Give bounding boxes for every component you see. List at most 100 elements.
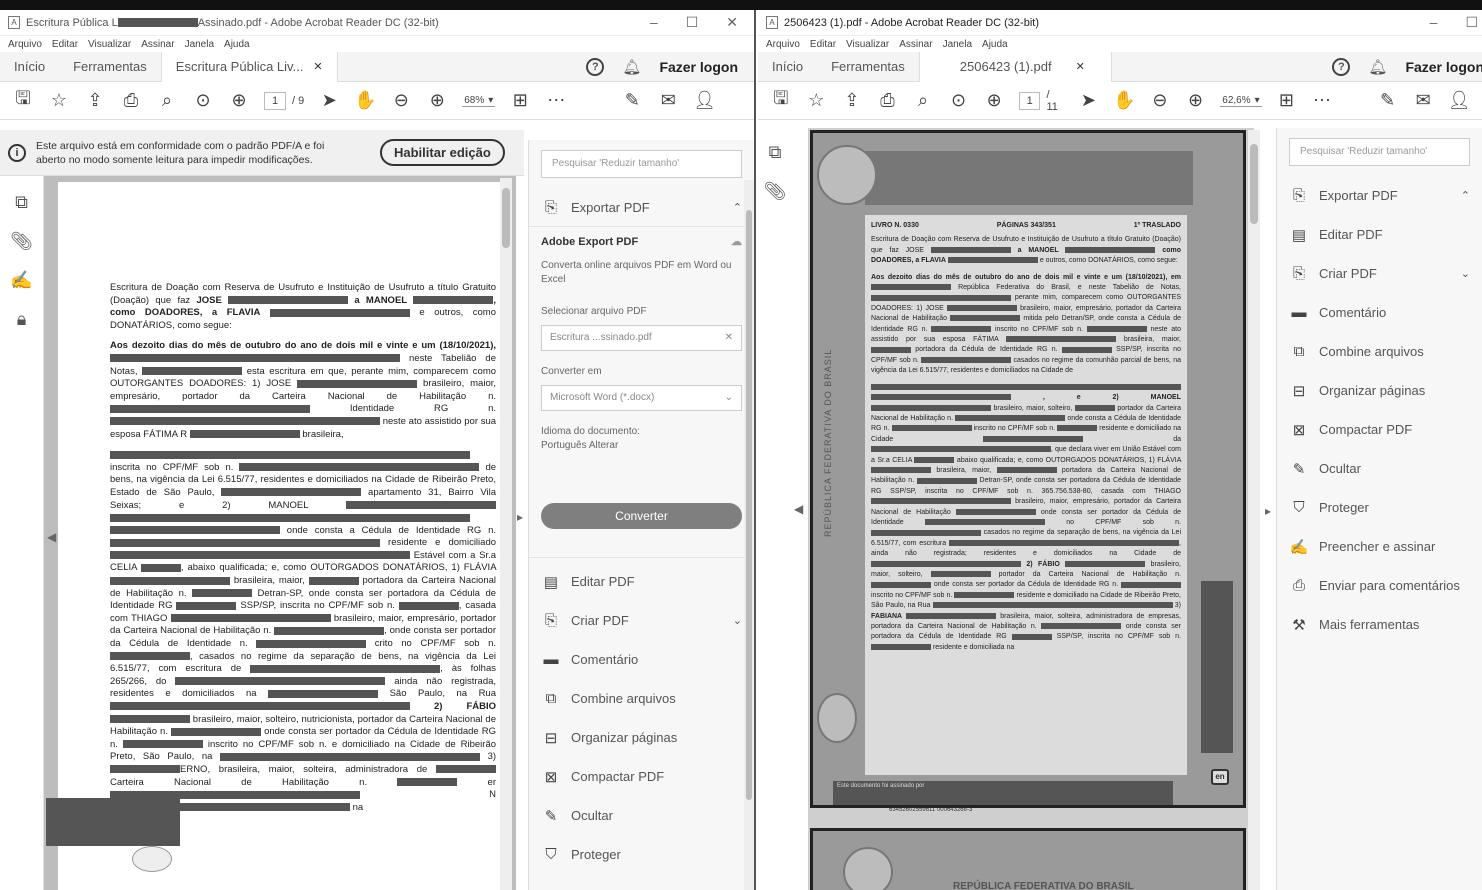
tools-search-input[interactable]: Pesquisar 'Reduzir tamanho' — [1289, 138, 1470, 166]
login-button[interactable]: Fazer logon — [1405, 59, 1482, 75]
share-user-icon[interactable]: 👤︎ — [693, 90, 716, 111]
search-icon[interactable]: ⌕ — [912, 90, 934, 111]
next-page-icon[interactable]: ⊕ — [983, 90, 1005, 111]
minimize-icon[interactable]: – — [1430, 14, 1438, 31]
help-icon[interactable]: ? — [1332, 57, 1351, 76]
star-icon[interactable]: ☆ — [48, 90, 70, 111]
bell-icon[interactable]: 🔔︎ — [1368, 58, 1387, 76]
mail-icon[interactable]: ✉ — [657, 90, 679, 111]
attachment-icon[interactable]: 📎︎ — [764, 181, 787, 202]
attachment-icon[interactable]: 📎︎ — [10, 231, 33, 252]
menu-arquivo[interactable]: Arquivo — [8, 39, 42, 50]
tool-edit-pdf[interactable]: ▤ Editar PDF — [529, 562, 754, 601]
help-icon[interactable]: ? — [586, 57, 605, 76]
zoom-in-icon[interactable]: ⊕ — [426, 90, 448, 111]
tool-more-tools[interactable]: ⚒ Mais ferramentas — [1277, 605, 1482, 644]
tool-combine-files[interactable]: ⧉ Combine arquivos — [529, 679, 754, 718]
search-icon[interactable]: ⌕ — [156, 90, 178, 111]
zoom-out-icon[interactable]: ⊖ — [390, 90, 412, 111]
tab-document[interactable]: 2506423 (1).pdf ✕ — [918, 51, 1112, 82]
zoom-out-icon[interactable]: ⊖ — [1149, 90, 1171, 111]
tool-compress-pdf[interactable]: ⊠ Compactar PDF — [529, 757, 754, 796]
tool-redact[interactable]: ✎ Ocultar — [1277, 449, 1482, 488]
menu-visualizar[interactable]: Visualizar — [88, 39, 131, 50]
prev-page-icon[interactable]: ⊙ — [192, 90, 214, 111]
page-fit-icon[interactable]: ⊞ — [1276, 90, 1298, 111]
tab-tools[interactable]: Ferramentas — [817, 52, 919, 82]
menu-visualizar[interactable]: Visualizar — [846, 39, 889, 50]
tool-organize-pages[interactable]: ⊟ Organizar páginas — [529, 718, 754, 757]
tab-home[interactable]: Início — [758, 52, 817, 82]
menu-janela[interactable]: Janela — [943, 39, 972, 50]
save-icon[interactable]: 🖫 — [12, 86, 34, 116]
star-icon[interactable]: ☆ — [806, 90, 828, 111]
more-icon[interactable]: ⋯ — [1311, 90, 1333, 111]
maximize-icon[interactable]: ☐ — [1465, 14, 1478, 31]
menu-ajuda[interactable]: Ajuda — [224, 39, 250, 50]
share-user-icon[interactable]: 👤︎ — [1448, 90, 1471, 111]
scanned-document-viewer[interactable]: REPÚBLICA FEDERATIVA DO BRASIL LIVRO N. … — [808, 128, 1254, 890]
tool-combine-files[interactable]: ⧉ Combine arquivos — [1277, 332, 1482, 371]
tab-document[interactable]: Escritura Pública Liv... ✕ — [160, 51, 338, 82]
close-icon[interactable]: ✕ — [726, 14, 738, 31]
page-fit-icon[interactable]: ⊞ — [509, 90, 531, 111]
tool-compress-pdf[interactable]: ⊠ Compactar PDF — [1277, 410, 1482, 449]
scan-scrollbar[interactable] — [1248, 130, 1260, 890]
menu-editar[interactable]: Editar — [810, 39, 836, 50]
page-number-input[interactable]: 1 — [264, 91, 286, 110]
print-icon[interactable]: ⎙ — [877, 90, 899, 111]
more-icon[interactable]: ⋯ — [545, 90, 567, 111]
bell-icon[interactable]: 🔔︎ — [622, 58, 641, 76]
signature-icon[interactable]: ✍ — [10, 270, 32, 291]
login-button[interactable]: Fazer logon — [659, 59, 738, 75]
document-viewer[interactable]: Escritura de Doação com Reserva de Usufr… — [44, 176, 516, 890]
convert-button[interactable]: Converter — [541, 503, 742, 529]
select-cursor-icon[interactable]: ➤ — [1078, 90, 1100, 111]
export-pdf-header[interactable]: ⎘ Exportar PDF ⌃ — [529, 188, 754, 227]
pages-thumbnails-icon[interactable]: ⧉ — [769, 142, 782, 163]
hand-icon[interactable]: ✋ — [1113, 90, 1135, 111]
save-icon[interactable]: 🖫 — [770, 86, 792, 116]
menu-editar[interactable]: Editar — [52, 39, 78, 50]
upload-icon[interactable]: ⇪ — [841, 90, 863, 111]
mail-icon[interactable]: ✉ — [1412, 90, 1434, 111]
tool-send-for-comments[interactable]: ⎙ Enviar para comentários — [1277, 566, 1482, 605]
tool-edit-pdf[interactable]: ▤ Editar PDF — [1277, 215, 1482, 254]
doc-scroll-thumb[interactable] — [502, 188, 510, 248]
lock-file-icon[interactable]: 🔒︎ — [17, 309, 27, 330]
tool-redact[interactable]: ✎ Ocultar — [529, 796, 754, 835]
tool-comment[interactable]: ▬ Comentário — [529, 640, 754, 679]
sign-icon[interactable]: ✎ — [621, 90, 643, 111]
convert-format-select[interactable]: Microsoft Word (*.docx) ⌄ — [541, 385, 742, 411]
tools-search-input[interactable]: Pesquisar 'Reduzir tamanho' — [541, 150, 742, 178]
tool-fill-sign[interactable]: ✍ Preencher e assinar — [1277, 527, 1482, 566]
scan-scroll-thumb[interactable] — [1250, 144, 1258, 224]
tab-home[interactable]: Início — [0, 52, 59, 82]
tab-tools[interactable]: Ferramentas — [59, 52, 161, 82]
left-collapse-arrow-icon[interactable]: ◀ — [47, 530, 56, 544]
menu-assinar[interactable]: Assinar — [141, 39, 174, 50]
sign-icon[interactable]: ✎ — [1377, 90, 1399, 111]
zoom-in-icon[interactable]: ⊕ — [1185, 90, 1207, 111]
tool-comment[interactable]: ▬ Comentário — [1277, 293, 1482, 332]
upload-icon[interactable]: ⇪ — [84, 90, 106, 111]
tool-create-pdf[interactable]: ⎘ Criar PDF ⌄ — [529, 601, 754, 640]
menu-ajuda[interactable]: Ajuda — [982, 39, 1008, 50]
remove-file-icon[interactable]: ✕ — [725, 326, 733, 350]
change-language-link[interactable]: Alterar — [589, 440, 618, 451]
next-page-icon[interactable]: ⊕ — [228, 90, 250, 111]
tool-protect[interactable]: ⛉ Proteger — [529, 835, 754, 874]
menu-janela[interactable]: Janela — [185, 39, 214, 50]
panel-toggle-arrow-icon[interactable]: ▸ — [517, 510, 523, 524]
tab-close-icon[interactable]: ✕ — [313, 52, 322, 82]
left-collapse-arrow-icon[interactable]: ◀ — [794, 502, 803, 516]
pages-thumbnails-icon[interactable]: ⧉ — [15, 192, 28, 213]
tab-close-icon[interactable]: ✕ — [1076, 52, 1085, 82]
tool-create-pdf[interactable]: ⎘ Criar PDF ⌄ — [1277, 254, 1482, 293]
selected-file-field[interactable]: Escritura ...ssinado.pdf ✕ — [541, 325, 742, 351]
print-icon[interactable]: ⎙ — [120, 90, 142, 111]
select-cursor-icon[interactable]: ➤ — [318, 90, 340, 111]
page-number-input[interactable]: 1 — [1018, 91, 1041, 110]
maximize-icon[interactable]: ☐ — [686, 14, 699, 31]
tool-protect[interactable]: ⛉ Proteger — [1277, 488, 1482, 527]
